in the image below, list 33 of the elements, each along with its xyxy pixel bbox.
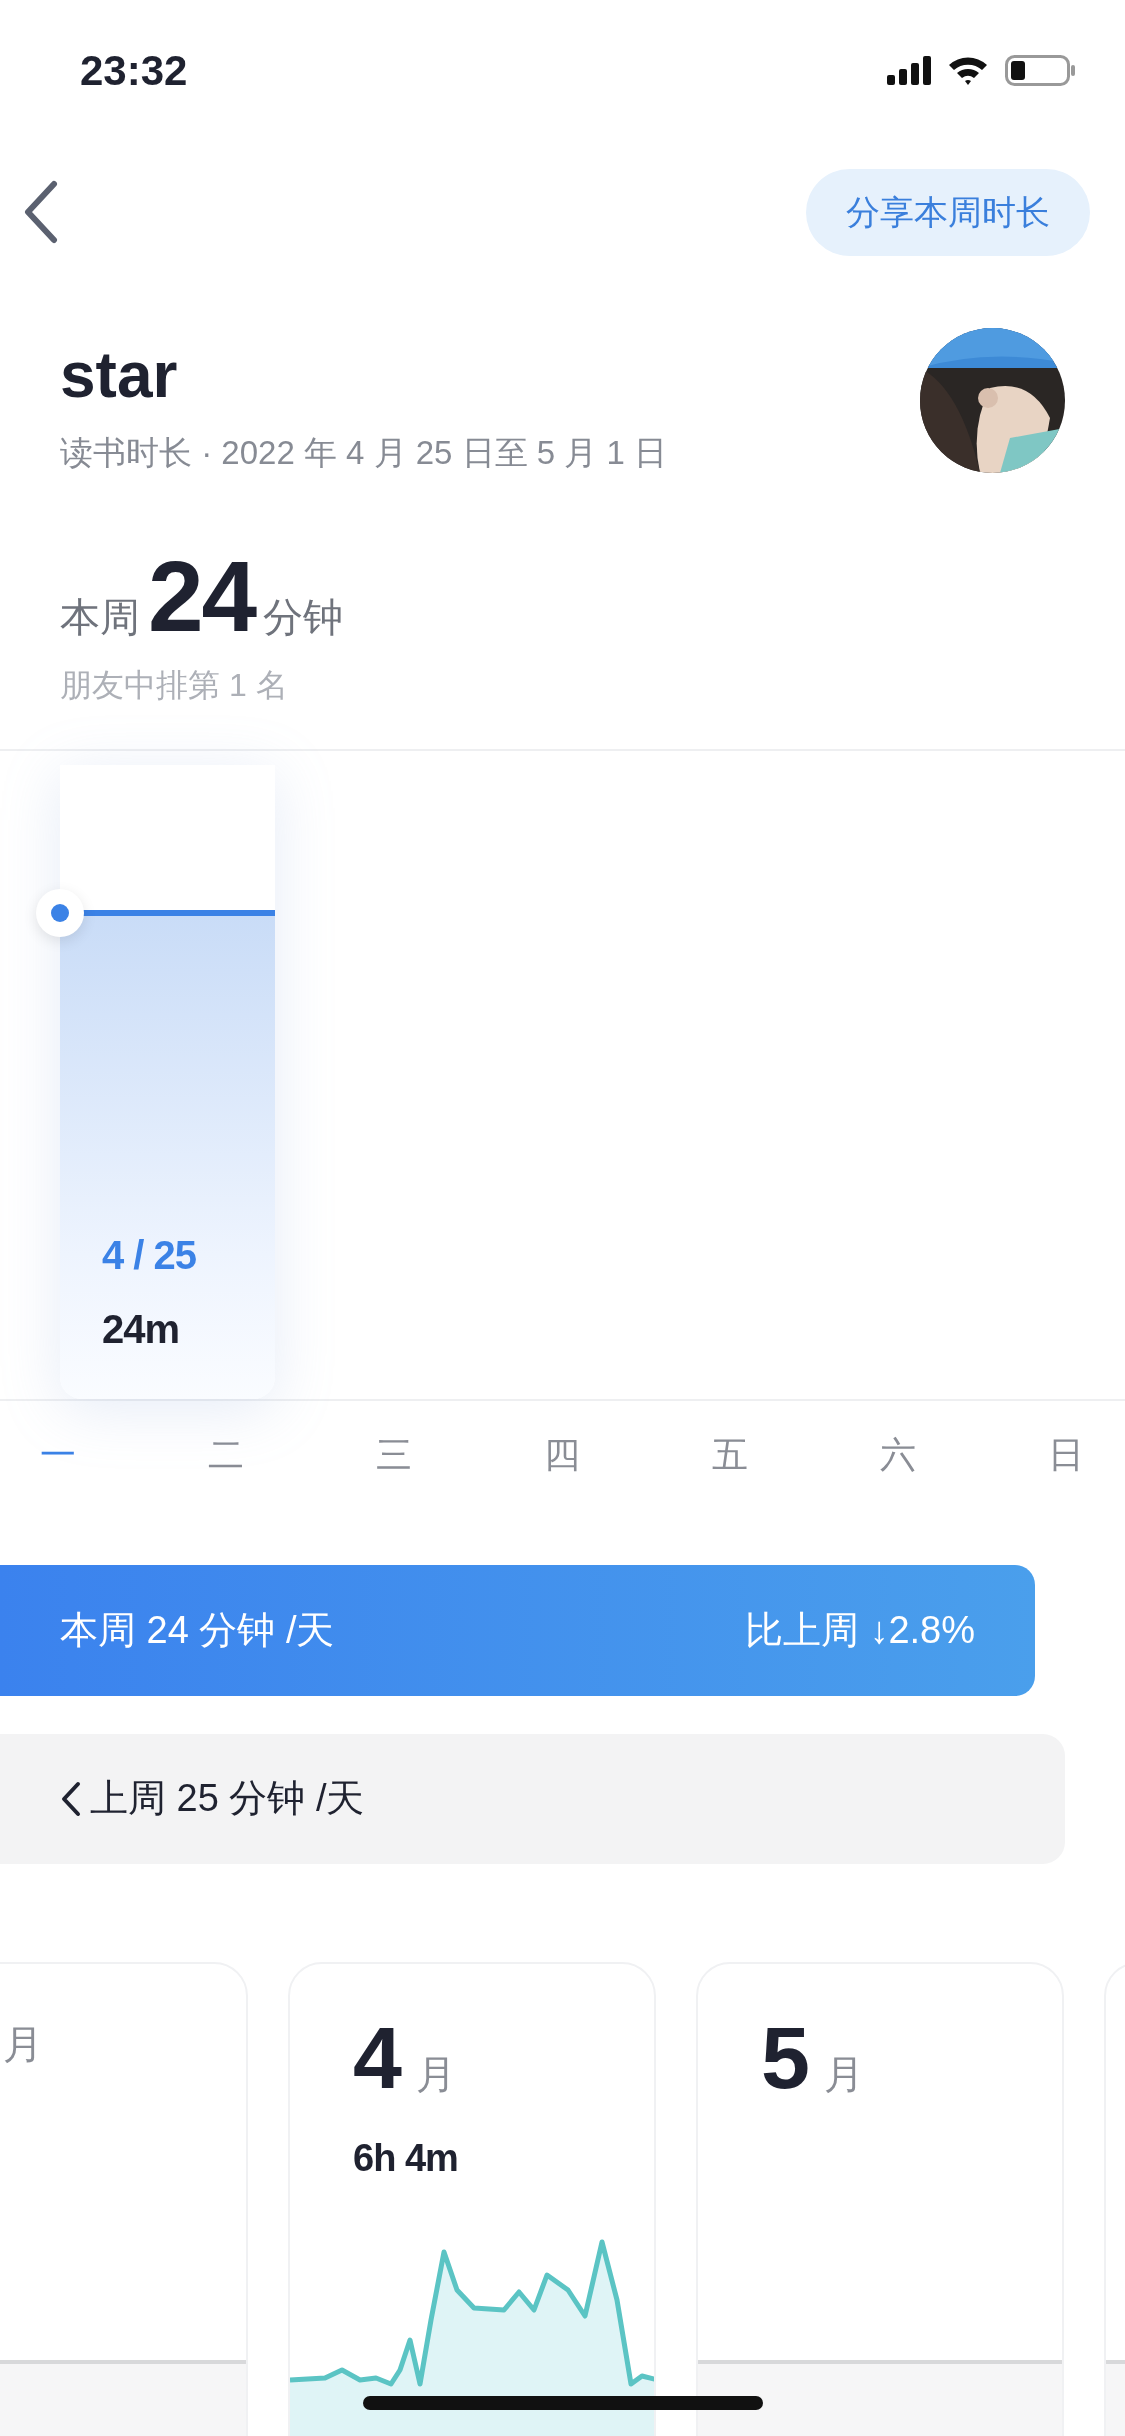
weekday-tab[interactable]: 六 <box>880 1427 916 1482</box>
month-unit: 月 <box>3 2020 43 2068</box>
weekday-tab[interactable]: 一 <box>40 1427 76 1482</box>
month-unit: 月 <box>415 2050 456 2098</box>
comparison-text: 比上周 ↓2.8% <box>744 1607 975 1653</box>
date-range-text: 读书时长 · 2022 年 4 月 25 日至 5 月 1 日 <box>60 433 668 474</box>
user-name: star <box>60 340 179 411</box>
month-card[interactable]: 5 月 <box>696 1961 1064 2436</box>
weekday-tab[interactable]: 日 <box>1048 1427 1084 1482</box>
minutes-unit: 分钟 <box>263 593 344 641</box>
share-button[interactable]: 分享本周时长 <box>806 168 1090 256</box>
weekday-tab[interactable]: 五 <box>712 1427 748 1482</box>
month-number: 5 <box>761 2013 810 2102</box>
summary-label: 本周 <box>60 593 140 641</box>
month-number: 4 <box>353 2013 402 2102</box>
bar-date: 4 / 25 <box>102 1231 198 1279</box>
signal-icon <box>887 55 931 85</box>
status-time: 23:32 <box>80 45 188 96</box>
weekday-tab[interactable]: 三 <box>376 1427 412 1482</box>
last-week-button[interactable]: 上周 25 分钟 /天 <box>0 1733 1065 1864</box>
weekday-tab[interactable]: 二 <box>208 1427 244 1482</box>
month-card[interactable]: 4 月 6h 4m <box>288 1961 656 2436</box>
rank-text: 朋友中排第 1 名 <box>60 665 289 705</box>
minutes-value: 24 <box>148 545 256 646</box>
month-total: 6h 4m <box>353 2135 459 2181</box>
month-unit: 月 <box>823 2050 864 2098</box>
bar-value: 24m <box>102 1305 181 1353</box>
back-icon[interactable] <box>22 180 60 244</box>
month-card[interactable]: 月 <box>0 1961 248 2436</box>
chevron-left-icon <box>60 1780 82 1817</box>
week-average-text: 本周 24 分钟 /天 <box>60 1607 335 1653</box>
battery-icon <box>1005 54 1075 86</box>
weekday-tab[interactable]: 四 <box>544 1427 580 1482</box>
